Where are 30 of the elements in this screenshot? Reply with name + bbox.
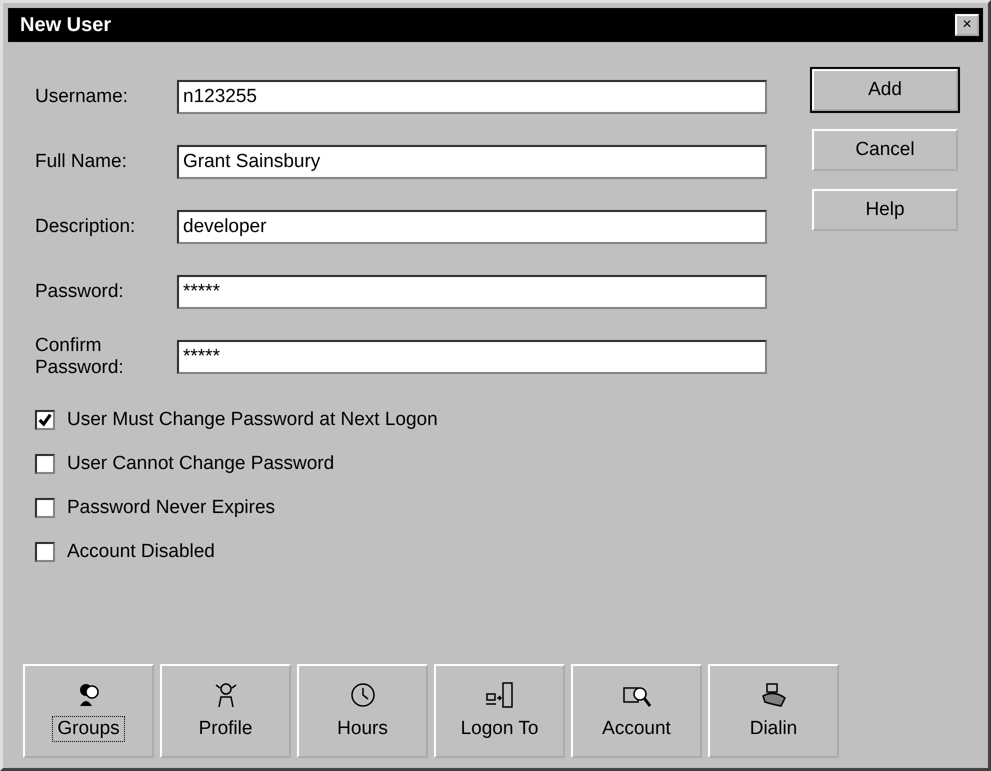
text-field[interactable]: n123255 bbox=[177, 80, 767, 114]
toolbar-button[interactable]: Profile bbox=[160, 664, 291, 758]
computer-arrow-icon bbox=[484, 680, 514, 710]
checkbox[interactable] bbox=[35, 498, 55, 518]
toolbar-button[interactable]: Groups bbox=[23, 664, 154, 758]
field-label: Full Name: bbox=[35, 150, 128, 172]
text-field[interactable]: ***** bbox=[177, 340, 767, 374]
text-field[interactable]: ***** bbox=[177, 274, 767, 308]
toolbar-button[interactable]: Dialin bbox=[708, 664, 839, 758]
dialog-button[interactable]: Add bbox=[812, 69, 958, 111]
dialog-button[interactable]: Help bbox=[812, 189, 958, 231]
checkbox-label[interactable]: Account Disabled bbox=[67, 541, 215, 563]
dialog-button[interactable]: Cancel bbox=[812, 129, 958, 171]
text-field[interactable]: Grant Sainsbury bbox=[177, 144, 767, 178]
checkbox[interactable] bbox=[35, 410, 55, 430]
checkbox[interactable] bbox=[35, 542, 55, 562]
checkbox-label[interactable]: Password Never Expires bbox=[67, 497, 276, 519]
checkbox-label[interactable]: User Cannot Change Password bbox=[67, 453, 334, 475]
window-title: New User bbox=[20, 14, 112, 36]
field-label: Username: bbox=[35, 86, 129, 108]
close-button[interactable]: × bbox=[955, 14, 979, 36]
field-label: Confirm Password: bbox=[35, 334, 125, 378]
toolbar-button[interactable]: Hours bbox=[297, 664, 428, 758]
checkbox-label[interactable]: User Must Change Password at Next Logon bbox=[67, 409, 438, 431]
field-label: Password: bbox=[35, 280, 125, 302]
field-label: Description: bbox=[35, 216, 136, 238]
toolbar-button[interactable]: Logon To bbox=[434, 664, 565, 758]
text-field[interactable]: developer bbox=[177, 210, 767, 244]
checkbox[interactable] bbox=[35, 454, 55, 474]
toolbar-button[interactable]: Account bbox=[571, 664, 702, 758]
